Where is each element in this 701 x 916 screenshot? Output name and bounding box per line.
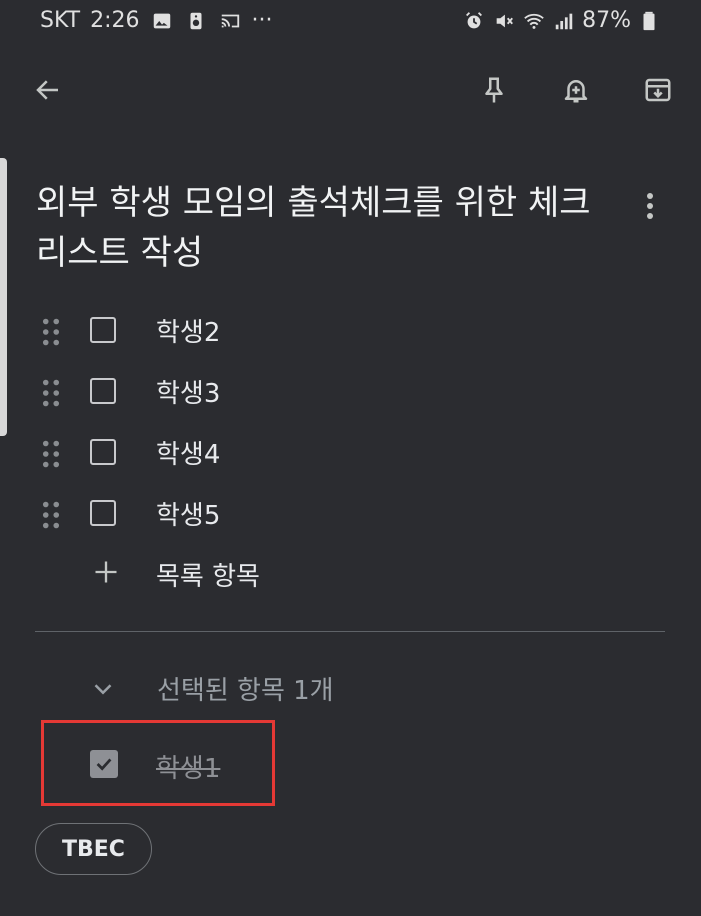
note-title[interactable]: 외부 학생 모임의 출석체크를 위한 체크리스트 작성: [36, 178, 606, 278]
speaker-icon: [184, 9, 208, 33]
more-notifications-dots: ···: [251, 8, 273, 33]
status-right: 87%: [462, 8, 661, 33]
archive-button[interactable]: [634, 66, 682, 114]
checkbox[interactable]: [90, 317, 116, 343]
list-item-label[interactable]: 학생4: [156, 434, 220, 471]
toolbar: [0, 60, 701, 120]
checkbox[interactable]: [90, 378, 116, 404]
signal-icon: [552, 9, 576, 33]
list-item-label[interactable]: 학생2: [156, 312, 220, 349]
reminder-button[interactable]: [552, 66, 600, 114]
status-bar: SKT 2:26 ··· 87%: [0, 0, 701, 44]
clock: 2:26: [90, 8, 140, 33]
drag-handle-icon[interactable]: [38, 501, 64, 529]
more-vert-icon: [647, 193, 653, 219]
list-item[interactable]: 학생5: [0, 487, 701, 541]
bell-add-icon: [564, 80, 588, 103]
label-chip-text: TBEC: [62, 836, 125, 862]
battery-icon: [637, 9, 661, 33]
wifi-icon: [522, 9, 546, 33]
pin-button[interactable]: [470, 66, 518, 114]
plus-icon: [95, 561, 117, 583]
list-item-label[interactable]: 학생3: [156, 373, 220, 410]
drag-handle-icon[interactable]: [38, 440, 64, 468]
chevron-down-icon: [94, 684, 112, 695]
alarm-icon: [462, 9, 486, 33]
mute-icon: [492, 9, 516, 33]
checked-section-label: 선택된 항목 1개: [157, 676, 334, 706]
carrier: SKT: [40, 8, 81, 33]
more-options-button[interactable]: [628, 182, 672, 230]
highlight-annotation-box: [41, 720, 275, 806]
cast-icon: [218, 9, 242, 33]
label-chip[interactable]: TBEC: [35, 823, 152, 875]
drag-handle-icon[interactable]: [38, 379, 64, 407]
checked-items-toggle[interactable]: 선택된 항목 1개: [0, 660, 701, 714]
checkbox[interactable]: [90, 500, 116, 526]
gallery-icon: [150, 9, 174, 33]
add-list-item-button[interactable]: 목록 항목: [0, 548, 701, 602]
archive-icon: [645, 78, 671, 102]
battery-percent: 87%: [582, 8, 631, 33]
arrow-back-icon: [36, 80, 58, 100]
list-item-label[interactable]: 학생5: [156, 495, 220, 532]
back-button[interactable]: [24, 66, 72, 114]
status-left: SKT 2:26 ···: [40, 8, 273, 33]
list-item[interactable]: 학생2: [0, 304, 701, 358]
checkbox[interactable]: [90, 439, 116, 465]
list-item[interactable]: 학생3: [0, 365, 701, 419]
pin-icon: [485, 77, 503, 103]
divider: [35, 631, 665, 632]
list-item[interactable]: 학생4: [0, 426, 701, 480]
add-item-label: 목록 항목: [156, 562, 260, 592]
drag-handle-icon[interactable]: [38, 318, 64, 346]
